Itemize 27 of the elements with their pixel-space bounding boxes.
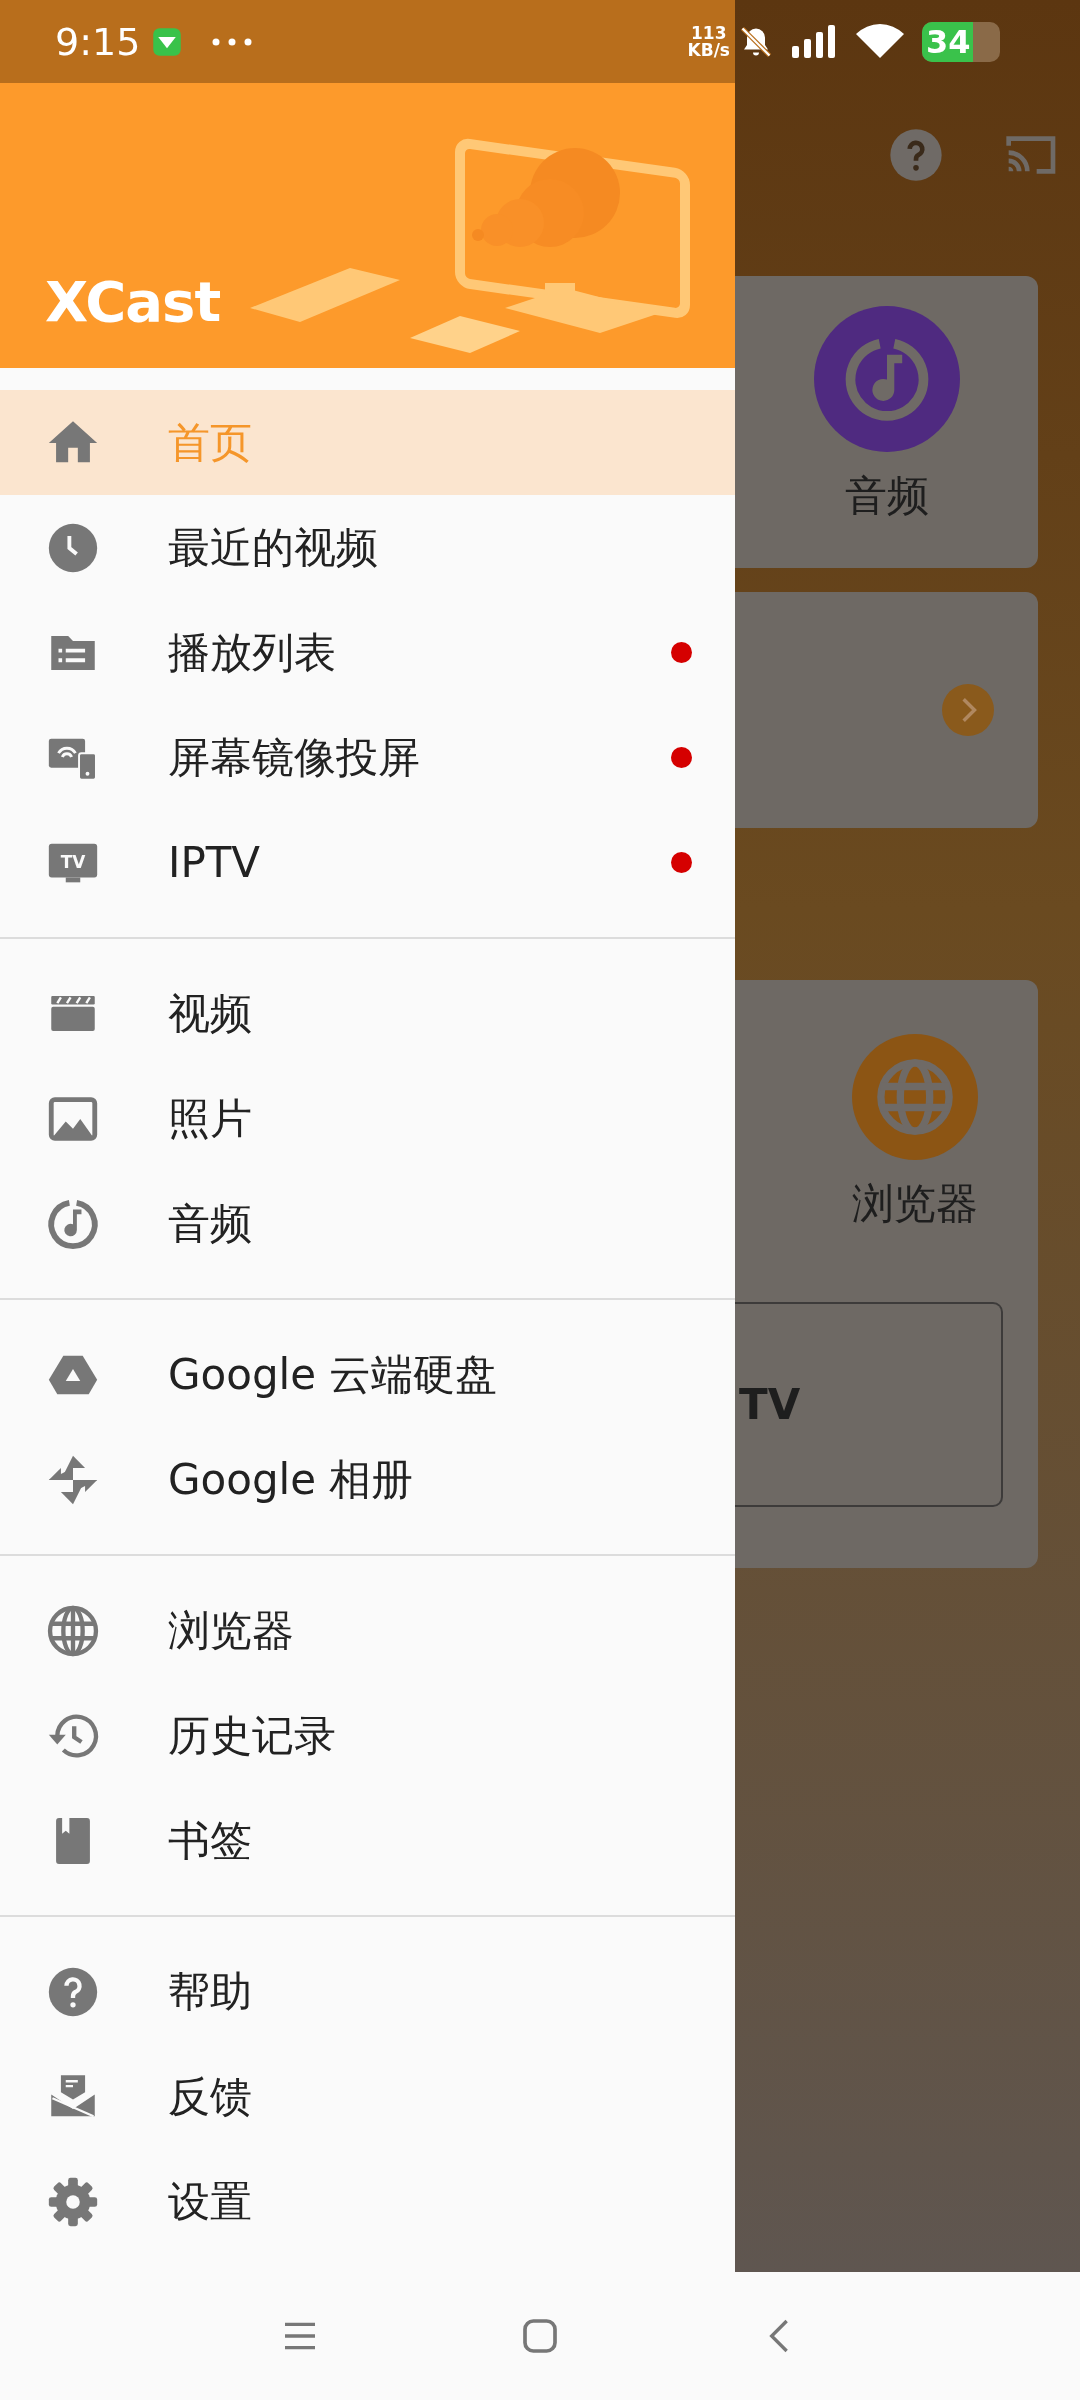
menu-item[interactable]: 浏览器 xyxy=(0,1578,735,1683)
help-icon[interactable] xyxy=(888,127,944,183)
menu-item[interactable]: 最近的视频 xyxy=(0,495,735,600)
home-button-icon[interactable] xyxy=(520,2316,560,2356)
menu-item[interactable]: 播放列表 xyxy=(0,600,735,705)
menu-item[interactable]: 音频 xyxy=(0,1171,735,1276)
battery-indicator: 34 xyxy=(922,21,1000,62)
menu-item[interactable]: 照片 xyxy=(0,1066,735,1171)
tile-label: 浏览器 xyxy=(852,1178,978,1230)
app-logo: XCast xyxy=(45,274,221,330)
menu-item[interactable]: 设置 xyxy=(0,2149,735,2254)
chevron-right-icon[interactable] xyxy=(942,684,994,736)
music-note-icon xyxy=(813,306,960,452)
network-speed: 113 KB/s xyxy=(687,24,730,59)
menu-item[interactable]: 书签 xyxy=(0,1788,735,1893)
tile-label: 音频 xyxy=(844,470,929,522)
wifi-icon xyxy=(856,23,904,60)
menu-item[interactable]: 视频 xyxy=(0,961,735,1066)
menu-item[interactable]: 反馈 xyxy=(0,2044,735,2149)
signal-icon xyxy=(792,23,836,60)
menu-item[interactable]: Google 相册 xyxy=(0,1427,735,1532)
menu-item[interactable]: Google 云端硬盘 xyxy=(0,1322,735,1427)
menu-item[interactable]: 历史记录 xyxy=(0,1683,735,1788)
menu-item[interactable]: 帮助 xyxy=(0,1939,735,2044)
status-time: 9:15 xyxy=(55,19,141,64)
menu-item[interactable]: 屏幕镜像投屏 xyxy=(0,705,735,810)
menu-item[interactable]: TV IPTV xyxy=(0,810,735,915)
